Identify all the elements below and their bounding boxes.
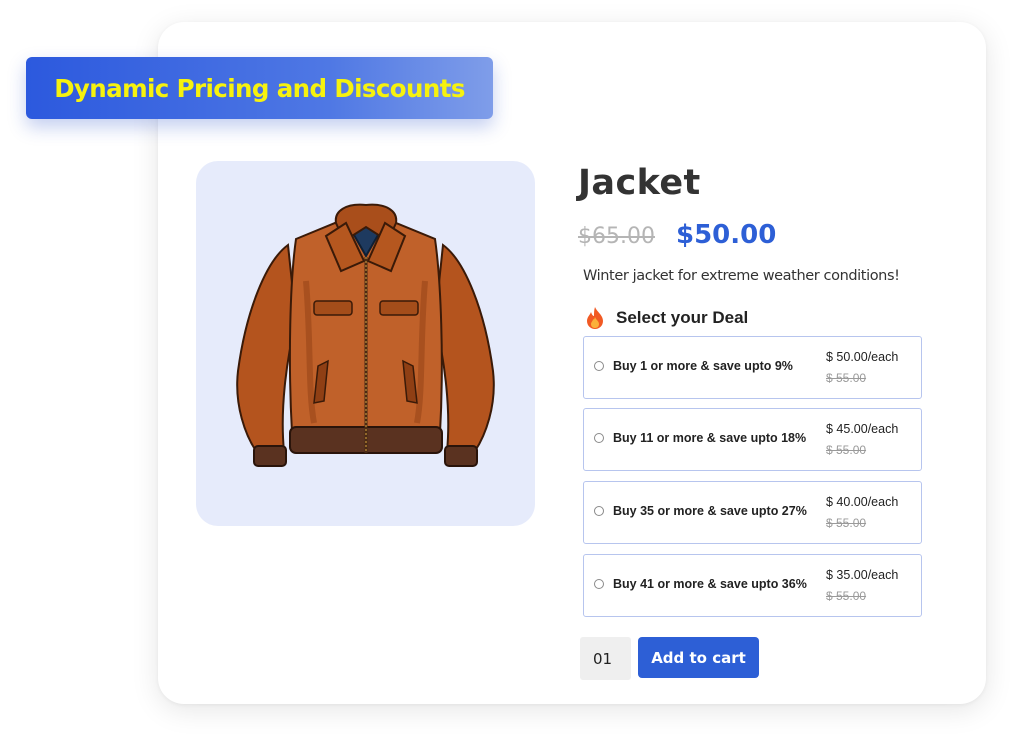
deal-original-price: $ 55.00: [826, 443, 867, 457]
deal-label: Buy 41 or more & save upto 36%: [613, 577, 807, 591]
deal-original-price: $ 55.00: [826, 589, 867, 603]
banner-title: Dynamic Pricing and Discounts: [54, 73, 465, 103]
original-price: $65.00: [578, 224, 655, 249]
deal-original-price: $ 55.00: [826, 371, 867, 385]
deal-label: Buy 11 or more & save upto 18%: [613, 431, 807, 445]
deal-heading-label: Select your Deal: [616, 308, 749, 327]
deal-label: Buy 35 or more & save upto 27%: [613, 504, 807, 518]
deal-label: Buy 1 or more & save upto 9%: [613, 359, 793, 373]
deal-heading: Select your Deal: [584, 306, 748, 330]
sale-price: $50.00: [676, 220, 777, 250]
quantity-input[interactable]: [580, 637, 631, 680]
deal-radio[interactable]: [594, 433, 604, 443]
deal-radio[interactable]: [594, 506, 604, 516]
deal-price-each: $ 50.00/each: [826, 350, 899, 364]
deal-option[interactable]: Buy 41 or more & save upto 36% $ 35.00/e…: [583, 554, 922, 617]
deal-radio[interactable]: [594, 361, 604, 371]
deal-original-price: $ 55.00: [826, 516, 867, 530]
deal-price-each: $ 35.00/each: [826, 568, 899, 582]
feature-banner: Dynamic Pricing and Discounts: [26, 57, 493, 119]
leather-jacket-icon: [236, 203, 495, 467]
deal-option[interactable]: Buy 11 or more & save upto 18% $ 45.00/e…: [583, 408, 922, 471]
deal-price-each: $ 40.00/each: [826, 495, 899, 509]
product-title: Jacket: [578, 163, 701, 203]
deal-option[interactable]: Buy 1 or more & save upto 9% $ 50.00/eac…: [583, 336, 922, 399]
fire-icon: [587, 307, 603, 329]
product-description: Winter jacket for extreme weather condit…: [583, 268, 900, 284]
deal-radio[interactable]: [594, 579, 604, 589]
add-to-cart-button[interactable]: Add to cart: [638, 637, 759, 678]
product-image: [196, 161, 535, 526]
deal-price-each: $ 45.00/each: [826, 422, 899, 436]
deal-option[interactable]: Buy 35 or more & save upto 27% $ 40.00/e…: [583, 481, 922, 544]
